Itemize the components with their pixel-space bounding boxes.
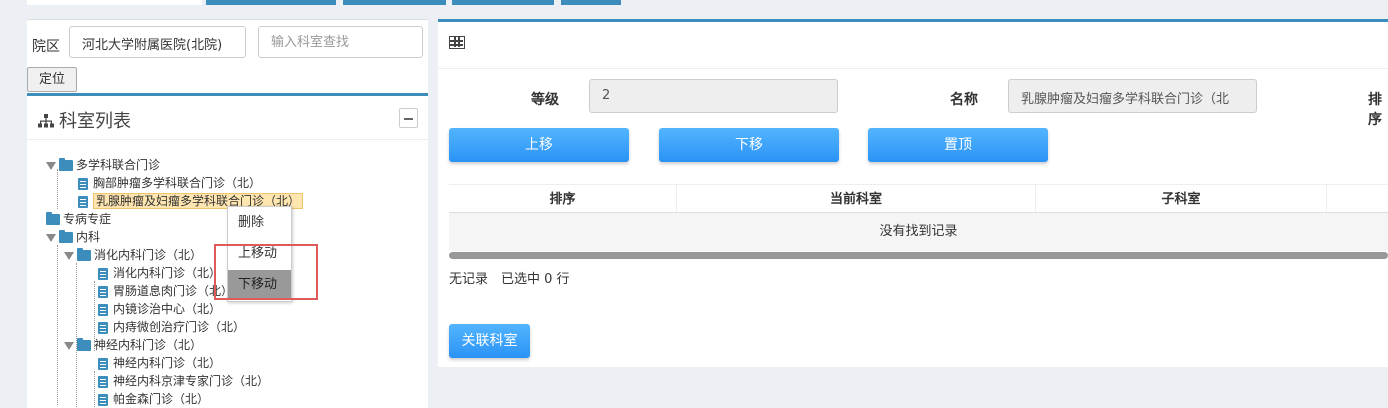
campus-label: 院区: [32, 39, 60, 55]
horizontal-scrollbar[interactable]: [449, 252, 1388, 259]
pagination-info: 无记录 已选中 0 行: [449, 272, 570, 287]
tree-node[interactable]: 消化内科门诊（北）: [98, 265, 221, 282]
sort-label: 排序: [1368, 92, 1382, 128]
document-icon: [78, 195, 88, 208]
expand-arrow-icon[interactable]: [64, 251, 74, 260]
tree-node[interactable]: 神经内科门诊（北）: [64, 337, 202, 354]
move-up-button[interactable]: 上移: [449, 128, 629, 162]
document-icon: [98, 357, 108, 370]
sitemap-icon: [38, 112, 54, 133]
document-icon: [78, 177, 88, 190]
menu-item-delete[interactable]: 删除: [228, 208, 291, 238]
column-header-sort[interactable]: 排序: [449, 184, 677, 213]
top-tab-3[interactable]: [343, 0, 446, 5]
folder-icon: [46, 212, 60, 225]
level-label: 等级: [531, 92, 559, 108]
tree-node[interactable]: 帕金森门诊（北）: [98, 391, 209, 408]
document-icon: [98, 375, 108, 388]
empty-table-message: 没有找到记录: [449, 213, 1388, 251]
expand-arrow-icon[interactable]: [46, 233, 56, 242]
column-header-sub-dept[interactable]: 子科室: [1036, 184, 1327, 213]
top-tab-2[interactable]: [206, 0, 336, 5]
document-icon: [98, 267, 108, 280]
locate-button[interactable]: 定位: [27, 67, 77, 92]
expand-arrow-icon[interactable]: [46, 161, 56, 170]
department-list-title: 科室列表: [38, 107, 131, 133]
name-field[interactable]: 乳腺肿瘤及妇瘤多学科联合门诊（北: [1008, 79, 1257, 113]
pin-top-button[interactable]: 置顶: [868, 128, 1048, 162]
campus-select[interactable]: 河北大学附属医院(北院): [69, 26, 246, 58]
move-down-button[interactable]: 下移: [659, 128, 839, 162]
folder-icon: [59, 158, 73, 171]
top-tab-bar: [0, 0, 1388, 5]
department-list-title-text: 科室列表: [59, 111, 131, 132]
top-tab-1[interactable]: [27, 0, 202, 5]
name-label: 名称: [950, 92, 978, 108]
tree-node[interactable]: 内痔微创治疗门诊（北）: [98, 319, 245, 336]
tree-node[interactable]: 胸部肿瘤多学科联合门诊（北）: [78, 175, 261, 192]
column-header-current-dept[interactable]: 当前科室: [677, 184, 1036, 213]
folder-icon: [59, 230, 73, 243]
highlight-annotation-box: [214, 244, 318, 300]
top-tab-5[interactable]: [561, 0, 621, 5]
tree-node[interactable]: 内科: [46, 229, 100, 246]
department-search-input[interactable]: [258, 26, 423, 58]
link-department-button[interactable]: 关联科室: [449, 324, 530, 358]
department-detail-panel: 等级 2 名称 乳腺肿瘤及妇瘤多学科联合门诊（北 排序 上移 下移 置顶 排序 …: [438, 19, 1388, 367]
document-icon: [98, 393, 108, 406]
document-icon: [98, 285, 108, 298]
top-tab-4[interactable]: [452, 0, 554, 5]
tree-node[interactable]: 专病专症: [46, 211, 111, 228]
collapse-button[interactable]: [399, 108, 418, 128]
tree-node[interactable]: 神经内科京津专家门诊（北）: [98, 373, 269, 390]
expand-arrow-icon[interactable]: [64, 341, 74, 350]
document-icon: [98, 321, 108, 334]
tree-node[interactable]: 多学科联合门诊: [46, 157, 160, 174]
document-icon: [98, 303, 108, 316]
tree-node[interactable]: 胃肠道息肉门诊（北）: [98, 283, 233, 300]
table-icon: [449, 36, 465, 49]
panel-divider: [438, 68, 1388, 69]
folder-icon: [77, 338, 91, 351]
column-header-extra[interactable]: [1327, 184, 1388, 213]
level-field[interactable]: 2: [589, 79, 838, 113]
tree-node[interactable]: 消化内科门诊（北）: [64, 247, 202, 264]
folder-icon: [77, 248, 91, 261]
department-list-header: 科室列表: [27, 93, 428, 140]
tree-node[interactable]: 神经内科门诊（北）: [98, 355, 221, 372]
tree-node[interactable]: 内镜诊治中心（北）: [98, 301, 221, 318]
